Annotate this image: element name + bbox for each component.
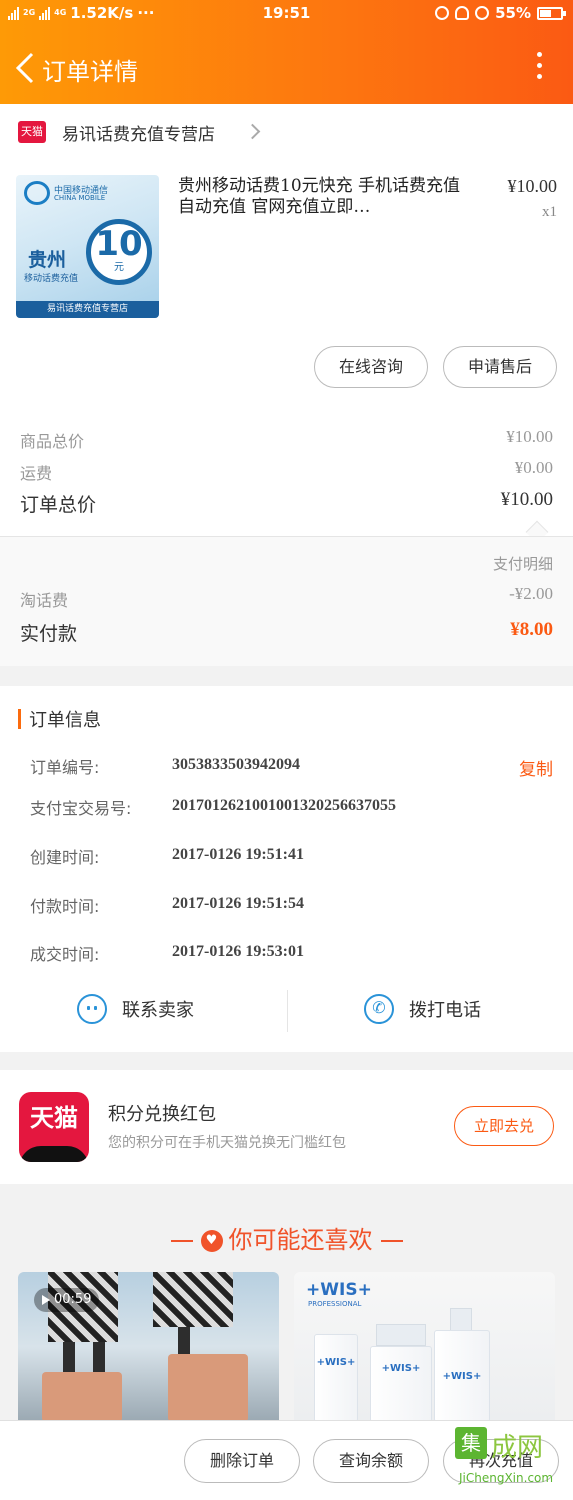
created-time-value: 2017-0126 19:51:41 bbox=[172, 846, 304, 863]
shop-name[interactable]: 易讯话费充值专营店 bbox=[62, 120, 215, 145]
taobao-fee-value: -¥2.00 bbox=[509, 584, 553, 603]
phone-icon: ✆ bbox=[364, 994, 394, 1024]
recommend-item-bag[interactable]: 00:59 bbox=[18, 1272, 279, 1422]
watermark-cn: 成网 bbox=[491, 1433, 544, 1463]
paid-amount-label: 实付款 bbox=[20, 623, 78, 645]
product-photo-jar: +WIS+ bbox=[370, 1346, 432, 1422]
goods-total-label: 商品总价 bbox=[20, 432, 85, 451]
product-image-region: 贵州 bbox=[28, 249, 67, 271]
payment-detail-link[interactable]: 支付明细 bbox=[493, 553, 553, 574]
bottom-action-bar: 删除订单 查询余额 再次充值 集 成网 JiChengXin.com bbox=[0, 1420, 573, 1500]
bottle-label: +WIS+ bbox=[442, 1371, 482, 1382]
battery-icon bbox=[537, 6, 566, 20]
check-balance-button[interactable]: 查询余额 bbox=[313, 1439, 429, 1483]
navbar: 订单详情 bbox=[0, 34, 573, 100]
product-photo-tube: +WIS+ bbox=[314, 1334, 358, 1422]
contact-row: 联系卖家 ✆ 拨打电话 bbox=[0, 984, 573, 1040]
redeem-now-button[interactable]: 立即去兑 bbox=[454, 1106, 554, 1146]
call-phone-label: 拨打电话 bbox=[409, 1000, 481, 1021]
tmall-logo: 天猫 bbox=[19, 1092, 89, 1162]
recommend-title-text: 你可能还喜欢 bbox=[228, 1226, 373, 1254]
header: 2G 4G 1.52K/s ··· 19:51 55% 订单详情 bbox=[0, 0, 573, 104]
china-mobile-logo-icon bbox=[24, 181, 50, 205]
order-number-label: 订单编号: bbox=[30, 758, 100, 777]
product-image-footer: 易讯话费充值专营店 bbox=[16, 301, 159, 318]
cost-summary: 商品总价 ¥10.00 运费 ¥0.00 订单总价 ¥10.00 bbox=[0, 398, 573, 544]
promo-subtitle: 您的积分可在手机天猫兑换无门槛红包 bbox=[108, 1135, 346, 1151]
shipping-label: 运费 bbox=[20, 464, 53, 483]
apply-aftersale-button[interactable]: 申请售后 bbox=[443, 346, 557, 388]
contact-seller-button[interactable]: 联系卖家 bbox=[0, 984, 286, 1030]
recommend-title: ♥ 你可能还喜欢 bbox=[0, 1220, 573, 1255]
more-options-icon[interactable] bbox=[537, 52, 543, 82]
bottle-label: +WIS+ bbox=[381, 1363, 421, 1374]
wis-sub: PROFESSIONAL bbox=[308, 1300, 362, 1308]
goods-total-value: ¥10.00 bbox=[506, 427, 553, 446]
page-title: 订单详情 bbox=[42, 58, 138, 86]
created-time-label: 创建时间: bbox=[30, 848, 100, 867]
play-icon bbox=[42, 1294, 50, 1305]
product-photo-bag bbox=[42, 1372, 122, 1422]
product-image-amount-badge: 10 元 bbox=[86, 219, 152, 285]
product-quantity: x1 bbox=[542, 204, 557, 220]
deal-time-value: 2017-0126 19:53:01 bbox=[172, 943, 304, 960]
watermark-en: JiChengXin.com bbox=[459, 1471, 554, 1485]
tmall-logo-face bbox=[19, 1146, 89, 1162]
recommend-item-skincare[interactable]: +WIS+ PROFESSIONAL +WIS+ +WIS+ +WIS+ bbox=[294, 1272, 555, 1422]
product-photo-skirt bbox=[153, 1272, 233, 1327]
paid-time-value: 2017-0126 19:51:54 bbox=[172, 895, 304, 912]
online-consult-button[interactable]: 在线咨询 bbox=[314, 346, 428, 388]
video-duration: 00:59 bbox=[54, 1292, 92, 1307]
tmall-logo-text: 天猫 bbox=[30, 1104, 78, 1132]
copy-order-number-link[interactable]: 复制 bbox=[519, 755, 553, 780]
promo-title: 积分兑换红包 bbox=[108, 1104, 216, 1125]
section-accent-bar bbox=[18, 709, 21, 729]
order-total-value: ¥10.00 bbox=[500, 489, 553, 510]
product-card: 中国移动通信 CHINA MOBILE 贵州 移动话费充值 10 元 易讯话费充… bbox=[0, 158, 573, 398]
order-total-label: 订单总价 bbox=[20, 494, 97, 516]
product-title[interactable]: 贵州移动话费10元快充 手机话费充值 自动充值 官网充值立即… bbox=[178, 176, 478, 218]
product-image-brand-en: CHINA MOBILE bbox=[54, 194, 106, 202]
call-phone-button[interactable]: ✆ 拨打电话 bbox=[287, 984, 573, 1030]
watermark-box: 集 bbox=[455, 1427, 487, 1459]
paid-amount-value: ¥8.00 bbox=[510, 619, 553, 640]
points-promo: 天猫 积分兑换红包 您的积分可在手机天猫兑换无门槛红包 立即去兑 bbox=[0, 1070, 573, 1184]
chevron-right-icon bbox=[244, 123, 261, 140]
paid-time-label: 付款时间: bbox=[30, 897, 100, 916]
headset-icon bbox=[435, 6, 450, 20]
battery-percent: 55% bbox=[495, 4, 531, 22]
product-image[interactable]: 中国移动通信 CHINA MOBILE 贵州 移动话费充值 10 元 易讯话费充… bbox=[16, 175, 159, 318]
shipping-value: ¥0.00 bbox=[514, 458, 553, 477]
alarm-icon bbox=[475, 6, 490, 20]
order-number-value: 3053833503942094 bbox=[172, 756, 300, 773]
contact-seller-label: 联系卖家 bbox=[122, 1000, 194, 1021]
bell-icon bbox=[455, 6, 470, 20]
product-photo-bag bbox=[168, 1354, 248, 1422]
order-info-title: 订单信息 bbox=[29, 710, 101, 731]
bottle-label: +WIS+ bbox=[316, 1357, 356, 1368]
product-image-region-sub: 移动话费充值 bbox=[24, 274, 79, 284]
order-info: 订单信息 订单编号: 3053833503942094 复制 支付宝交易号: 2… bbox=[0, 686, 573, 1052]
recommend-line-right bbox=[380, 1240, 403, 1242]
product-photo-pump bbox=[450, 1308, 472, 1332]
product-price: ¥10.00 bbox=[507, 176, 558, 196]
product-photo-bottle: +WIS+ bbox=[434, 1330, 490, 1422]
video-duration-badge: 00:59 bbox=[34, 1288, 100, 1312]
tmall-badge: 天猫 bbox=[18, 121, 46, 143]
alipay-trade-label: 支付宝交易号: bbox=[30, 799, 132, 818]
wis-logo: +WIS+ bbox=[306, 1280, 372, 1300]
chat-face-icon bbox=[77, 994, 107, 1024]
delete-order-button[interactable]: 删除订单 bbox=[184, 1439, 300, 1483]
deal-time-label: 成交时间: bbox=[30, 945, 100, 964]
recommend-line-left bbox=[170, 1240, 193, 1242]
shop-row[interactable]: 天猫 易讯话费充值专营店 bbox=[0, 104, 573, 158]
taobao-fee-label: 淘话费 bbox=[20, 591, 69, 610]
watermark-logo: 集 成网 JiChengXin.com bbox=[455, 1427, 567, 1493]
payment-detail: 支付明细 淘话费 -¥2.00 实付款 ¥8.00 bbox=[0, 536, 573, 666]
alipay-trade-value: 2017012621001001320256637055 bbox=[172, 797, 396, 814]
heart-icon: ♥ bbox=[200, 1230, 223, 1252]
status-bar: 2G 4G 1.52K/s ··· 19:51 55% bbox=[0, 0, 573, 28]
back-arrow-icon[interactable] bbox=[12, 52, 38, 84]
product-photo-cap bbox=[376, 1324, 426, 1346]
